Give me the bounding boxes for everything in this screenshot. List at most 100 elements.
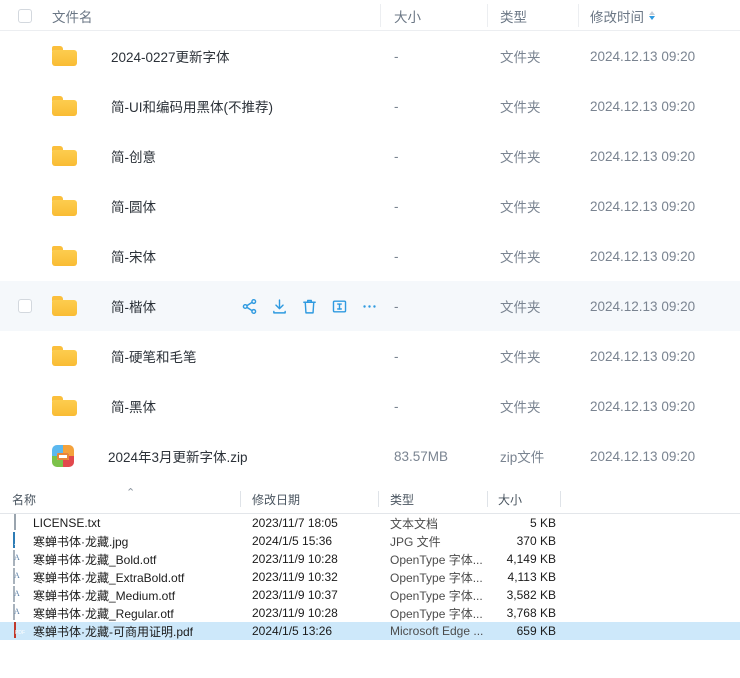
table-row[interactable]: 简-楷体 - 文件夹 2024.12.13 09:20	[0, 281, 740, 331]
table-row[interactable]: 简-创意 - 文件夹 2024.12.13 09:20	[0, 131, 740, 181]
cloud-list-header: 文件名 大小 类型 修改时间	[0, 0, 740, 31]
explorer-file-modified-label: 2023/11/9 10:32	[252, 570, 338, 584]
row-modified-cell: 2024.12.13 09:20	[590, 81, 740, 131]
explorer-row-modified-cell: 2023/11/9 10:37	[252, 586, 338, 604]
row-name-cell[interactable]: 简-圆体	[52, 181, 392, 231]
explorer-column-header-type[interactable]: 类型	[390, 484, 414, 514]
explorer-file-modified-label: 2024/1/5 15:36	[252, 534, 333, 548]
header-divider-3	[578, 4, 579, 27]
delete-icon[interactable]	[300, 297, 318, 315]
file-modified-label: 2024.12.13 09:20	[590, 348, 696, 364]
explorer-row-modified-cell: 2024/1/5 15:36	[252, 532, 332, 550]
file-name-label: 2024年3月更新字体.zip	[108, 450, 248, 465]
sort-descending-arrow-icon	[649, 16, 655, 20]
file-size-label: -	[394, 298, 399, 314]
explorer-file-name-label: 寒蝉书体·龙藏.jpg	[33, 534, 129, 549]
explorer-row-size-cell: 659 KB	[498, 622, 556, 640]
explorer-column-header-name-label: 名称	[12, 492, 37, 507]
list-item[interactable]: 寒蝉书体·龙藏_Medium.otf 2023/11/9 10:37 OpenTyp…	[0, 586, 740, 604]
explorer-file-type-label: Microsoft Edge ...	[390, 624, 484, 638]
list-item[interactable]: 寒蝉书体·龙藏_Bold.otf 2023/11/9 10:28 OpenType …	[0, 550, 740, 568]
folder-icon	[52, 246, 77, 266]
explorer-file-modified-label: 2023/11/9 10:28	[252, 552, 338, 566]
explorer-row-name-cell[interactable]: 寒蝉书体·龙藏_Regular.otf	[12, 604, 248, 622]
explorer-header-divider-4	[560, 491, 561, 507]
explorer-column-header-size-label: 大小	[498, 492, 523, 507]
table-row[interactable]: 简-黑体 - 文件夹 2024.12.13 09:20	[0, 381, 740, 431]
row-checkbox[interactable]	[18, 299, 32, 313]
file-modified-label: 2024.12.13 09:20	[590, 248, 696, 264]
row-name-cell[interactable]: 简-黑体	[52, 381, 392, 431]
rename-icon[interactable]	[330, 297, 348, 315]
table-row[interactable]: 简-UI和编码用黑体(不推荐) - 文件夹 2024.12.13 09:20	[0, 81, 740, 131]
file-size-label: -	[394, 398, 399, 414]
select-all-checkbox[interactable]	[18, 8, 32, 23]
explorer-file-rows: LICENSE.txt 2023/11/7 18:05 文本文档 5 KB 寒蝉书体·龙…	[0, 514, 740, 640]
explorer-row-name-cell[interactable]: 寒蝉书体·龙藏_Medium.otf	[12, 586, 248, 604]
column-header-name[interactable]: 文件名	[52, 0, 352, 31]
explorer-file-modified-label: 2023/11/7 18:05	[252, 516, 338, 530]
table-row[interactable]: 简-圆体 - 文件夹 2024.12.13 09:20	[0, 181, 740, 231]
header-divider-2	[487, 4, 488, 27]
explorer-file-type-label: OpenType 字体...	[390, 588, 483, 603]
download-icon[interactable]	[270, 297, 288, 315]
share-icon[interactable]	[240, 297, 258, 315]
explorer-file-size-label: 659 KB	[516, 624, 556, 638]
list-item[interactable]: 寒蝉书体·龙藏.jpg 2024/1/5 15:36 JPG 文件 370 KB	[0, 532, 740, 550]
explorer-column-header-type-label: 类型	[390, 492, 415, 507]
explorer-file-size-label: 370 KB	[516, 534, 556, 548]
column-header-modified[interactable]: 修改时间	[590, 0, 740, 31]
row-name-cell[interactable]: 简-创意	[52, 131, 392, 181]
explorer-file-size-label: 4,149 KB	[506, 552, 556, 566]
explorer-row-name-cell[interactable]: 寒蝉书体·龙藏_Bold.otf	[12, 550, 248, 568]
row-name-cell[interactable]: 2024-0227更新字体	[52, 31, 392, 81]
explorer-row-modified-cell: 2023/11/9 10:28	[252, 604, 338, 622]
list-item[interactable]: 寒蝉书体·龙藏_Regular.otf 2023/11/9 10:28 OpenTy…	[0, 604, 740, 622]
explorer-file-size-label: 3,768 KB	[506, 606, 556, 620]
explorer-header-divider-1	[240, 491, 241, 507]
explorer-column-header-modified[interactable]: 修改日期	[252, 484, 300, 514]
explorer-file-name-label: 寒蝉书体·龙藏_Medium.otf	[33, 588, 176, 603]
list-item[interactable]: 寒蝉书体·龙藏_ExtraBold.otf 2023/11/9 10:32 Open…	[0, 568, 740, 586]
column-header-modified-label: 修改时间	[590, 9, 644, 25]
row-modified-cell: 2024.12.13 09:20	[590, 331, 740, 381]
explorer-row-name-cell[interactable]: 寒蝉书体·龙藏-可商用证明.pdf	[12, 622, 248, 640]
row-name-cell[interactable]: 简-宋体	[52, 231, 392, 281]
list-item[interactable]: 寒蝉书体·龙藏-可商用证明.pdf 2024/1/5 13:26 Microsoft…	[0, 622, 740, 640]
explorer-row-modified-cell: 2023/11/9 10:28	[252, 550, 338, 568]
explorer-file-modified-label: 2023/11/9 10:37	[252, 588, 338, 602]
explorer-row-size-cell: 4,113 KB	[498, 568, 556, 586]
table-row[interactable]: 2024-0227更新字体 - 文件夹 2024.12.13 09:20	[0, 31, 740, 81]
explorer-row-size-cell: 370 KB	[498, 532, 556, 550]
table-row[interactable]: 简-硬笔和毛笔 - 文件夹 2024.12.13 09:20	[0, 331, 740, 381]
file-name-label: 2024-0227更新字体	[111, 50, 230, 65]
row-size-cell: -	[394, 231, 504, 281]
sort-indicator-icon[interactable]	[649, 11, 655, 20]
opentype-font-icon	[12, 586, 28, 603]
explorer-file-type-label: JPG 文件	[390, 534, 441, 549]
row-name-cell[interactable]: 简-UI和编码用黑体(不推荐)	[52, 81, 392, 131]
explorer-row-name-cell[interactable]: 寒蝉书体·龙藏_ExtraBold.otf	[12, 568, 248, 586]
explorer-file-type-label: 文本文档	[390, 516, 439, 531]
explorer-file-size-label: 3,582 KB	[506, 588, 556, 602]
explorer-column-header-size[interactable]: 大小	[498, 484, 522, 514]
row-name-cell[interactable]: 2024年3月更新字体.zip	[52, 431, 392, 481]
file-type-label: 文件夹	[500, 400, 541, 415]
explorer-header-divider-3	[487, 491, 488, 507]
explorer-row-name-cell[interactable]: 寒蝉书体·龙藏.jpg	[12, 532, 248, 550]
column-header-name-label: 文件名	[52, 9, 93, 25]
explorer-row-name-cell[interactable]: LICENSE.txt	[12, 514, 248, 532]
list-item[interactable]: LICENSE.txt 2023/11/7 18:05 文本文档 5 KB	[0, 514, 740, 532]
explorer-column-header-name[interactable]: 名称	[12, 484, 36, 514]
table-row[interactable]: 简-宋体 - 文件夹 2024.12.13 09:20	[0, 231, 740, 281]
row-modified-cell: 2024.12.13 09:20	[590, 181, 740, 231]
explorer-row-type-cell: OpenType 字体...	[390, 586, 483, 604]
row-name-cell[interactable]: 简-硬笔和毛笔	[52, 331, 392, 381]
row-size-cell: -	[394, 331, 504, 381]
explorer-row-type-cell: JPG 文件	[390, 532, 441, 550]
explorer-row-size-cell: 5 KB	[498, 514, 556, 532]
table-row[interactable]: 2024年3月更新字体.zip 83.57MB zip文件 2024.12.13 09…	[0, 431, 740, 481]
explorer-header-divider-2	[378, 491, 379, 507]
explorer-file-type-label: OpenType 字体...	[390, 552, 483, 567]
more-icon[interactable]	[360, 297, 378, 315]
